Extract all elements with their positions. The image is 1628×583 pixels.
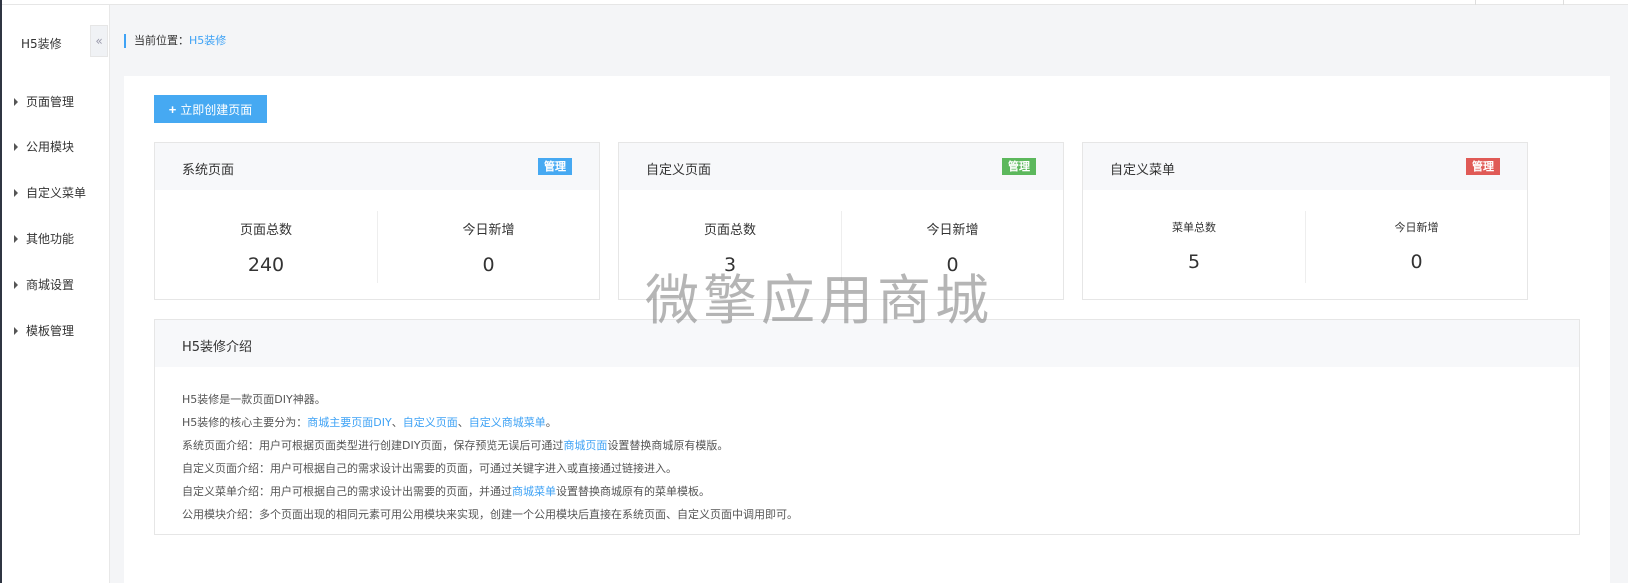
intro-line: 自定义页面介绍：用户可根据自己的需求设计出需要的页面，可通过关键字进入或直接通过… [182,462,677,475]
caret-right-icon [14,97,18,106]
stat-value: 240 [247,254,285,276]
stat-label: 页面总数 [703,223,756,238]
intro-text: H5装修的核心主要分为： [182,416,308,429]
main-panel: + 立即创建页面 系统页面 管理 页面总数 240 今日新增 0 自定义页面 管… [124,76,1610,583]
sidebar-item-template-management[interactable]: 模板管理 [14,322,74,339]
intro-text: 自定义菜单介绍：用户可根据自己的需求设计出需要的页面，并通过 [182,485,512,498]
stat-value: 0 [482,254,495,276]
caret-right-icon [14,188,18,197]
caret-right-icon [14,326,18,335]
intro-line: 公用模块介绍：多个页面出现的相同元素可用公用模块来实现，创建一个公用模块后直接在… [182,508,798,521]
card-title: 系统页面 [182,163,235,178]
card-system-pages: 系统页面 管理 页面总数 240 今日新增 0 [154,142,600,300]
top-bar [0,0,1628,5]
stat-label: 今日新增 [462,223,515,238]
sidebar-item-label: 其他功能 [26,232,75,246]
card-header: 自定义页面 管理 [619,143,1063,190]
mall-page-link[interactable]: 商城页面 [563,439,607,452]
manage-custom-menu-button[interactable]: 管理 [1466,158,1500,175]
sidebar-item-label: 页面管理 [26,95,75,109]
stat-today-new: 今日新增 0 [377,211,599,283]
intro-line: 自定义菜单介绍：用户可根据自己的需求设计出需要的页面，并通过商城菜单设置替换商城… [182,480,798,503]
sidebar-item-label: 模板管理 [26,324,75,338]
intro-text: 设置替换商城原有的菜单模板。 [556,485,710,498]
custom-mall-menu-link[interactable]: 自定义商城菜单 [469,416,546,429]
stat-label: 今日新增 [1394,221,1439,234]
sidebar-item-label: 自定义菜单 [26,186,87,200]
sidebar-title: H5装修 [21,37,62,51]
sidebar-item-custom-menu[interactable]: 自定义菜单 [14,184,86,201]
stat-value: 5 [1187,251,1201,273]
intro-header: H5装修介绍 [155,320,1579,367]
mall-menu-link[interactable]: 商城菜单 [512,485,556,498]
card-custom-pages: 自定义页面 管理 页面总数 3 今日新增 0 [618,142,1064,300]
card-title: 自定义页面 [646,163,712,178]
card-stats: 菜单总数 5 今日新增 0 [1083,211,1527,283]
card-stats: 页面总数 240 今日新增 0 [155,211,599,283]
card-custom-menu: 自定义菜单 管理 菜单总数 5 今日新增 0 [1082,142,1528,300]
stat-value: 0 [946,254,959,276]
intro-line: H5装修的核心主要分为：商城主要页面DIY、自定义页面、自定义商城菜单。 [182,411,798,434]
card-header: 系统页面 管理 [155,143,599,190]
intro-text: 系统页面介绍：用户可根据页面类型进行创建DIY页面，保存预览无误后可通过 [182,439,564,452]
breadcrumb-current-link[interactable]: H5装修 [189,34,226,47]
breadcrumb-prefix: 当前位置： [134,34,189,47]
create-page-button[interactable]: + 立即创建页面 [154,95,267,123]
card-stats: 页面总数 3 今日新增 0 [619,211,1063,283]
top-bar-divider [1475,0,1476,5]
plus-icon: + [168,101,177,117]
sidebar-item-mall-settings[interactable]: 商城设置 [14,276,74,293]
stat-total-menus: 菜单总数 5 [1083,211,1305,283]
card-header: 自定义菜单 管理 [1083,143,1527,190]
card-title: 自定义菜单 [1110,163,1176,178]
create-page-label: 立即创建页面 [180,102,253,117]
stat-today-new: 今日新增 0 [841,211,1063,283]
breadcrumb: 当前位置：H5装修 [124,34,226,48]
collapse-sidebar-button[interactable]: « [90,25,108,57]
manage-system-pages-button[interactable]: 管理 [538,158,572,175]
manage-custom-pages-button[interactable]: 管理 [1002,158,1036,175]
stat-value: 3 [723,254,737,276]
stat-today-new: 今日新增 0 [1305,211,1527,283]
intro-text: 。 [545,416,557,429]
sidebar-item-label: 商城设置 [26,278,75,292]
intro-line: H5装修是一款页面DIY神器。 [182,393,326,406]
intro-title: H5装修介绍 [182,340,253,355]
stat-total-pages: 页面总数 3 [619,211,841,283]
sidebar-item-label: 公用模块 [26,140,75,154]
double-chevron-left-icon: « [95,34,103,48]
mall-main-page-diy-link[interactable]: 商城主要页面DIY [307,416,391,429]
intro-text: 、 [457,416,469,429]
intro-text: 设置替换商城原有模版。 [607,439,729,452]
custom-page-link[interactable]: 自定义页面 [403,416,458,429]
caret-right-icon [14,280,18,289]
stat-label: 菜单总数 [1172,221,1216,234]
caret-right-icon [14,142,18,151]
caret-right-icon [14,234,18,243]
sidebar-item-other-functions[interactable]: 其他功能 [14,230,74,247]
stat-total-pages: 页面总数 240 [155,211,377,283]
intro-line: 系统页面介绍：用户可根据页面类型进行创建DIY页面，保存预览无误后可通过商城页面… [182,434,798,457]
sidebar-item-page-management[interactable]: 页面管理 [14,93,74,110]
intro-body: H5装修是一款页面DIY神器。 H5装修的核心主要分为：商城主要页面DIY、自定… [182,388,798,526]
stat-label: 页面总数 [239,223,292,238]
sidebar: H5装修 « 页面管理 公用模块 自定义菜单 其他功能 商城设置 模板管理 [2,5,110,583]
intro-text: 、 [391,416,403,429]
stat-label: 今日新增 [926,223,979,238]
top-bar-divider [1563,0,1564,5]
intro-panel: H5装修介绍 H5装修是一款页面DIY神器。 H5装修的核心主要分为：商城主要页… [154,319,1580,535]
sidebar-item-public-modules[interactable]: 公用模块 [14,138,74,155]
stat-value: 0 [1410,251,1423,273]
